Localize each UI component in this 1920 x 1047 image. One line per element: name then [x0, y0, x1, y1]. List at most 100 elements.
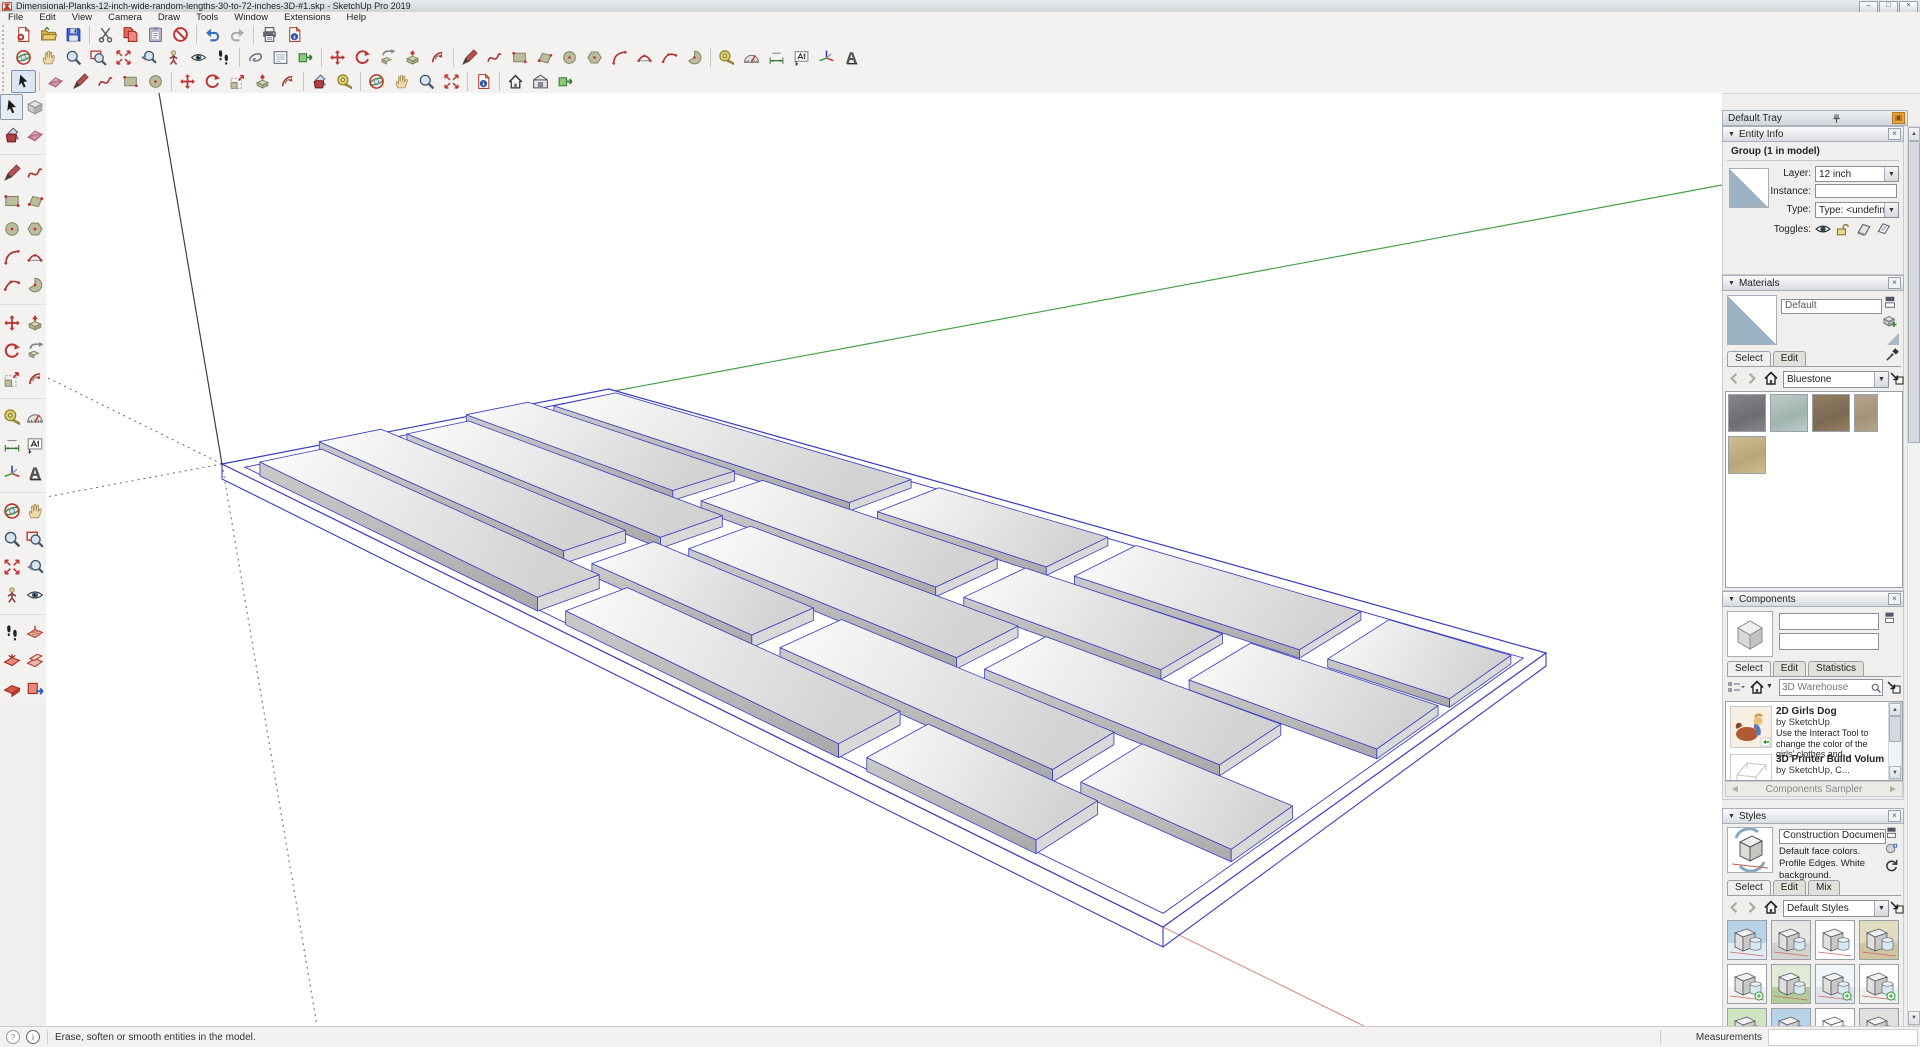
- home-icon[interactable]: [1749, 679, 1765, 695]
- paint-bucket-button[interactable]: [0, 122, 23, 148]
- styles-collection-dropdown[interactable]: Default Styles▼: [1783, 900, 1889, 917]
- arc-button[interactable]: [607, 46, 632, 69]
- materials-header[interactable]: ▼ Materials ×: [1722, 275, 1904, 291]
- section-plane-button[interactable]: [23, 620, 46, 646]
- zoom-button[interactable]: [0, 526, 23, 552]
- tray-close-icon[interactable]: ▣: [1892, 112, 1905, 124]
- credits-info-icon[interactable]: i: [26, 1030, 40, 1044]
- menu-extensions[interactable]: Extensions: [276, 12, 338, 23]
- two-point-arc-button[interactable]: [23, 244, 46, 270]
- make-component-button[interactable]: [23, 94, 46, 120]
- entity-info-header[interactable]: ▼ Entity Info ×: [1722, 126, 1904, 142]
- material-swatch-4[interactable]: [1854, 394, 1878, 432]
- rectangle-button[interactable]: [0, 188, 23, 214]
- pan-button[interactable]: [36, 46, 61, 69]
- component-title[interactable]: 2D Girls Dog: [1776, 706, 1884, 717]
- style-thumbnail-1[interactable]: [1727, 920, 1767, 960]
- rectangle-button[interactable]: [507, 46, 532, 69]
- axes-button[interactable]: [814, 46, 839, 69]
- scroll-up-icon[interactable]: ▲: [1889, 703, 1901, 716]
- components-tab-statistics[interactable]: Statistics: [1808, 661, 1864, 676]
- menu-file[interactable]: File: [0, 12, 31, 23]
- visible-eye-icon[interactable]: [1815, 222, 1831, 236]
- offset-button[interactable]: [23, 366, 46, 392]
- freehand-button[interactable]: [93, 70, 118, 93]
- zoom-extents-button[interactable]: [439, 70, 464, 93]
- polygon-button[interactable]: [582, 46, 607, 69]
- materials-tab-edit[interactable]: Edit: [1773, 351, 1806, 366]
- menu-edit[interactable]: Edit: [31, 12, 63, 23]
- geolocation-icon[interactable]: ?: [6, 1030, 20, 1044]
- move-button[interactable]: [175, 70, 200, 93]
- instance-field[interactable]: [1815, 184, 1897, 198]
- dimension-button[interactable]: [764, 46, 789, 69]
- section-display-planes-button[interactable]: [23, 648, 46, 674]
- styles-tab-select[interactable]: Select: [1727, 880, 1771, 895]
- components-tab-select[interactable]: Select: [1727, 661, 1771, 676]
- save-button[interactable]: [61, 23, 86, 46]
- freehand-button[interactable]: [23, 160, 46, 186]
- sampler-forward-icon[interactable]: ►: [1888, 784, 1902, 795]
- scroll-down-icon[interactable]: ▼: [1908, 1011, 1920, 1025]
- cast-shadows-icon[interactable]: [1856, 222, 1872, 236]
- copy-button[interactable]: [118, 23, 143, 46]
- model-info-button[interactable]: [282, 23, 307, 46]
- pie-button[interactable]: [682, 46, 707, 69]
- style-thumbnail-7[interactable]: [1815, 964, 1855, 1004]
- create-material-icon[interactable]: [1881, 313, 1897, 329]
- scale-button[interactable]: [0, 366, 23, 392]
- cut-button[interactable]: [93, 23, 118, 46]
- components-tab-edit[interactable]: Edit: [1773, 661, 1806, 676]
- move-button[interactable]: [325, 46, 350, 69]
- material-swatch-2[interactable]: [1770, 394, 1808, 432]
- style-thumbnail-11[interactable]: [1815, 1008, 1855, 1026]
- style-thumbnail-5[interactable]: [1727, 964, 1767, 1004]
- 3d-text-button[interactable]: [23, 460, 46, 486]
- undo-button[interactable]: [200, 23, 225, 46]
- rotate-button[interactable]: [200, 70, 225, 93]
- toolbar-grip[interactable]: [2, 25, 8, 44]
- material-swatch-3[interactable]: [1812, 394, 1850, 432]
- search-input[interactable]: [1780, 681, 1870, 694]
- add-style-icon[interactable]: [1884, 841, 1899, 856]
- select-button[interactable]: [0, 94, 23, 120]
- position-camera-button[interactable]: [0, 582, 23, 608]
- back-icon[interactable]: [1727, 371, 1742, 386]
- scroll-up-icon[interactable]: ▲: [1908, 127, 1920, 141]
- circle-button[interactable]: [557, 46, 582, 69]
- style-thumbnail-6[interactable]: [1771, 964, 1811, 1004]
- home-icon[interactable]: [1763, 370, 1779, 386]
- style-thumbnail-4[interactable]: [1859, 920, 1899, 960]
- line-button[interactable]: [0, 160, 23, 186]
- menu-help[interactable]: Help: [339, 12, 375, 23]
- zoom-extents-button[interactable]: [111, 46, 136, 69]
- zoom-button[interactable]: [61, 46, 86, 69]
- toolbar-grip[interactable]: [2, 48, 8, 67]
- type-dropdown[interactable]: Type: <undefined>▼: [1815, 202, 1899, 218]
- scrollbar-thumb[interactable]: [1908, 141, 1920, 443]
- styles-close-icon[interactable]: ×: [1888, 810, 1901, 822]
- menu-window[interactable]: Window: [226, 12, 276, 23]
- in-model-icon[interactable]: [1886, 679, 1902, 695]
- pin-icon[interactable]: [1831, 113, 1842, 124]
- walk-button[interactable]: [211, 46, 236, 69]
- material-name-field[interactable]: Default: [1781, 299, 1882, 314]
- rotated-rectangle-button[interactable]: [23, 188, 46, 214]
- protractor-button[interactable]: [739, 46, 764, 69]
- new-button[interactable]: [11, 23, 36, 46]
- 3d-viewport[interactable]: [46, 93, 1722, 1026]
- style-name-field[interactable]: Construction Documentation St: [1779, 829, 1886, 844]
- measurements-input[interactable]: [1768, 1029, 1918, 1046]
- offset-button[interactable]: [425, 46, 450, 69]
- component-list-item[interactable]: 2D Girls Dogby SketchUpUse the Interact …: [1728, 706, 1902, 750]
- rotate-button[interactable]: [350, 46, 375, 69]
- zoom-window-button[interactable]: [86, 46, 111, 69]
- chevron-down-icon[interactable]: ▼: [1884, 203, 1898, 217]
- erase-button[interactable]: [168, 23, 193, 46]
- style-thumbnail-9[interactable]: [1727, 1008, 1767, 1026]
- style-thumbnail-10[interactable]: [1771, 1008, 1811, 1026]
- styles-tab-edit[interactable]: Edit: [1773, 880, 1806, 895]
- tray-scrollbar[interactable]: ▲ ▼: [1907, 126, 1920, 1026]
- position-camera-button[interactable]: [161, 46, 186, 69]
- collapse-icon[interactable]: ▼: [1728, 813, 1735, 820]
